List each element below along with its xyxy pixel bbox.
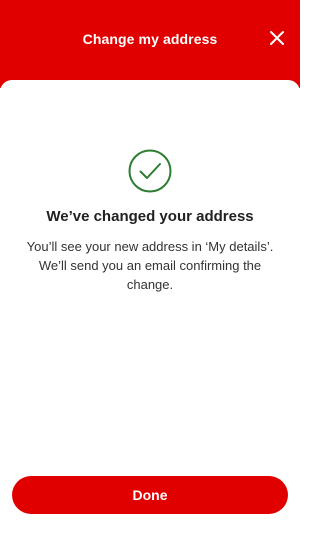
page-title: Change my address bbox=[82, 31, 218, 47]
close-icon bbox=[270, 31, 284, 45]
close-button[interactable] bbox=[266, 27, 288, 49]
header-bar: Change my address bbox=[0, 0, 300, 88]
screen: Change my address We’ve changed your add… bbox=[0, 0, 300, 534]
confirmation-title: We’ve changed your address bbox=[46, 208, 254, 225]
check-circle-icon bbox=[128, 149, 172, 193]
confirmation-message: You’ll see your new address in ‘My detai… bbox=[26, 239, 274, 292]
done-button[interactable]: Done bbox=[12, 476, 288, 514]
